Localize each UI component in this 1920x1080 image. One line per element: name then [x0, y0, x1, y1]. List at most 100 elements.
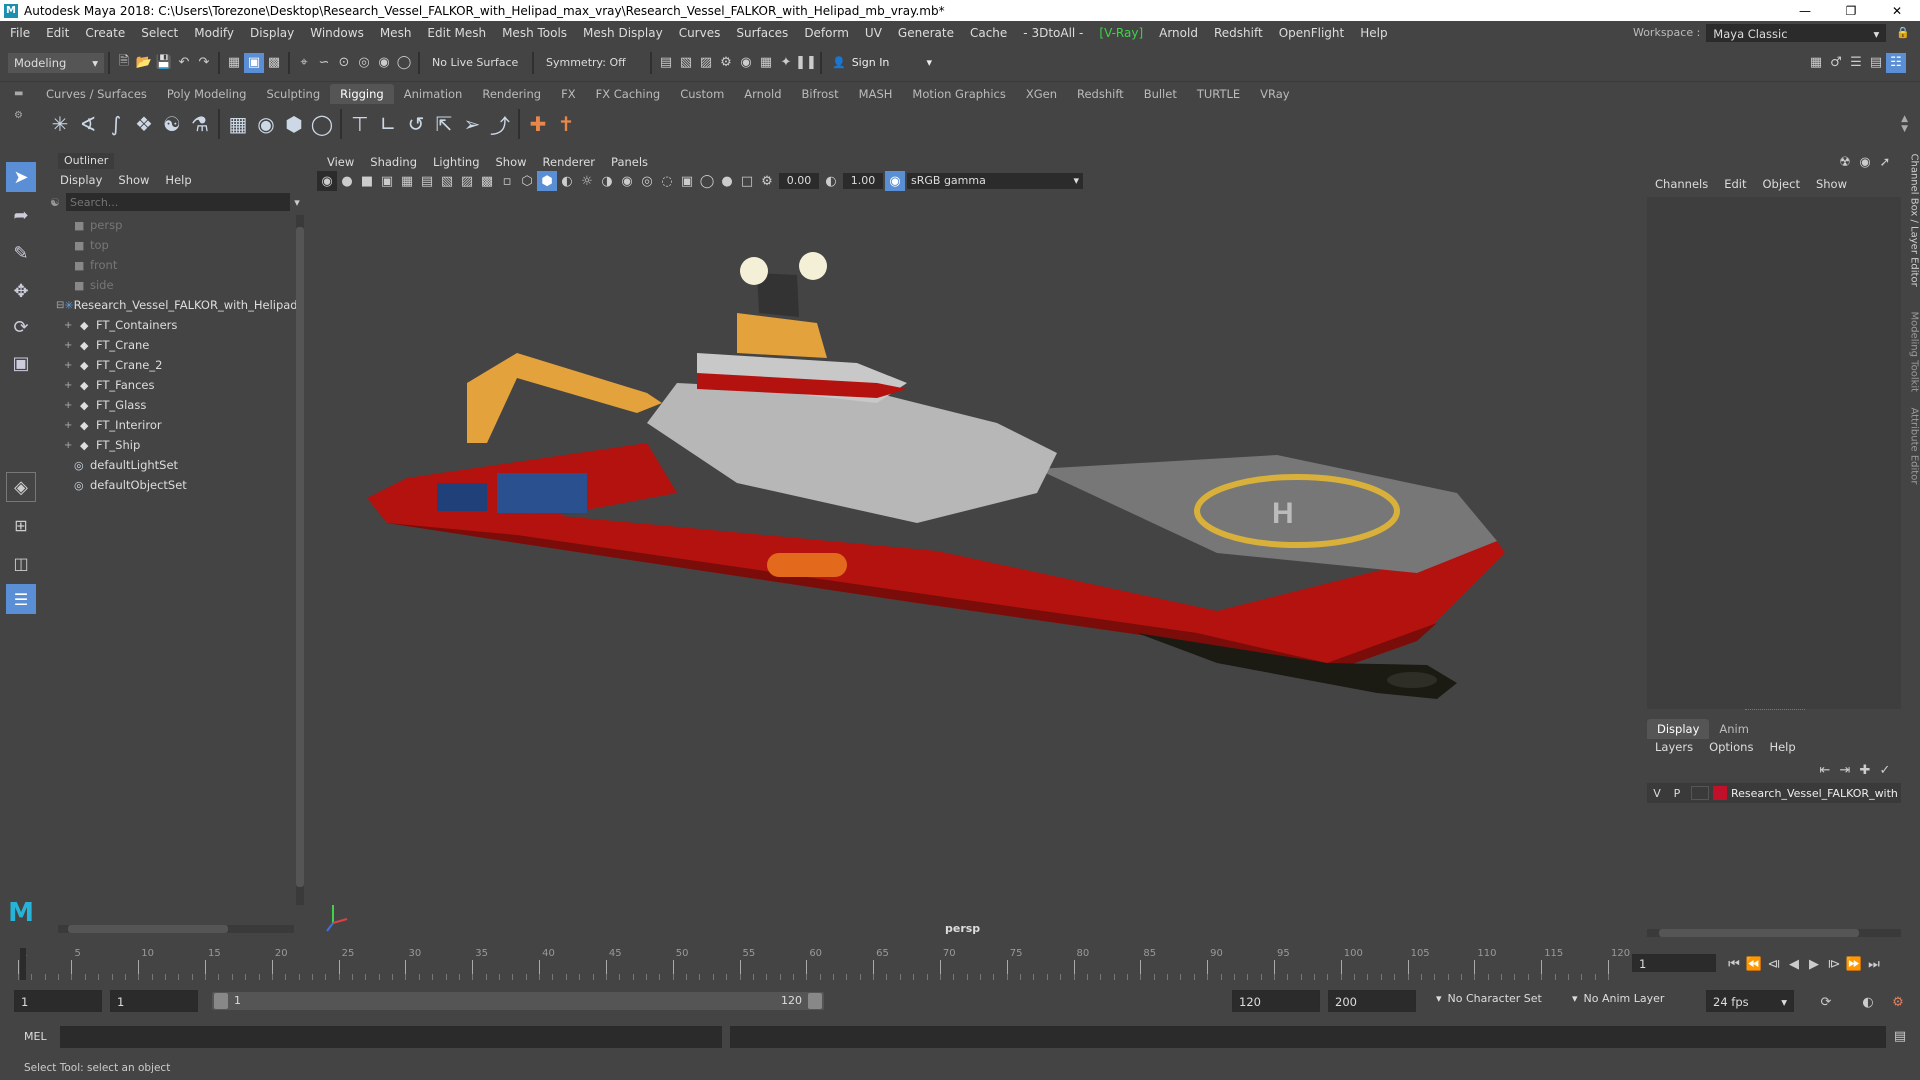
undo-icon[interactable]: ↶: [174, 53, 194, 73]
menu-mesh-display[interactable]: Mesh Display: [575, 26, 671, 40]
ik-handle-icon[interactable]: ∢: [74, 110, 102, 138]
viewport-panel[interactable]: View Shading Lighting Show Renderer Panels ◉ …: [315, 153, 1637, 943]
two-view-icon[interactable]: ◫: [6, 548, 36, 578]
menu-file[interactable]: File: [2, 26, 38, 40]
side-tab-modeling-toolkit[interactable]: Modeling Toolkit: [1909, 312, 1920, 412]
shelf-scroll[interactable]: ▲ ▼: [1901, 114, 1920, 134]
layer-menu-help[interactable]: Help: [1761, 740, 1803, 754]
channel-box-menu-show[interactable]: Show: [1808, 177, 1855, 191]
outliner-item[interactable]: + ◆ FT_Ship: [56, 435, 286, 455]
chevron-down-icon[interactable]: ▾: [290, 196, 304, 209]
bind-skin-icon[interactable]: ▦: [224, 110, 252, 138]
current-time-indicator[interactable]: [20, 948, 26, 980]
shelf-tab-fx[interactable]: FX: [551, 84, 586, 104]
shelf-tab-curves-surfaces[interactable]: Curves / Surfaces: [36, 84, 157, 104]
viewport-menu-lighting[interactable]: Lighting: [425, 155, 487, 169]
shelf-tab-rendering[interactable]: Rendering: [472, 84, 551, 104]
channel-box-toggle-icon[interactable]: ☢: [1835, 152, 1855, 172]
play-backwards-icon[interactable]: ◀: [1784, 954, 1804, 974]
channel-box-menu-channels[interactable]: Channels: [1647, 177, 1716, 191]
maximize-button[interactable]: ❐: [1828, 4, 1874, 18]
shelf-tab-fx-caching[interactable]: FX Caching: [586, 84, 671, 104]
scroll-thumb[interactable]: [1659, 929, 1859, 937]
joint-tool-icon[interactable]: ✝: [552, 110, 580, 138]
current-frame-field[interactable]: 1: [1632, 954, 1716, 972]
layer-type-toggle[interactable]: [1691, 786, 1709, 800]
viewport-menu-shading[interactable]: Shading: [362, 155, 425, 169]
outliner-item[interactable]: ■ side: [56, 275, 286, 295]
smooth-shade-icon[interactable]: ⬢: [537, 171, 557, 191]
outliner-menu-display[interactable]: Display: [52, 173, 110, 187]
symmetry-dropdown[interactable]: Symmetry: Off: [538, 56, 646, 69]
outliner-search-input[interactable]: [66, 193, 290, 211]
layer-menu-layers[interactable]: Layers: [1647, 740, 1701, 754]
end-time-field[interactable]: 200: [1328, 990, 1416, 1012]
auto-key-icon[interactable]: ◐: [1858, 992, 1878, 1012]
expand-toggle-icon[interactable]: +: [64, 440, 76, 451]
new-layer-icon[interactable]: ✚: [1855, 760, 1875, 780]
menu-surfaces[interactable]: Surfaces: [728, 26, 796, 40]
new-scene-icon[interactable]: 🗎: [114, 53, 134, 73]
outliner-item[interactable]: + ◆ FT_Interiror: [56, 415, 286, 435]
menu-edit-mesh[interactable]: Edit Mesh: [419, 26, 494, 40]
workspace-dropdown[interactable]: Maya Classic ▾: [1706, 23, 1887, 42]
shelf-tab-vray[interactable]: VRay: [1250, 84, 1299, 104]
step-forward-key-icon[interactable]: ⏩: [1844, 954, 1864, 974]
outliner-item[interactable]: ◎ defaultLightSet: [56, 455, 286, 475]
shelf-tab-custom[interactable]: Custom: [670, 84, 734, 104]
vessel-3d-view[interactable]: H: [317, 193, 1635, 939]
layer-tab-anim[interactable]: Anim: [1709, 719, 1759, 739]
close-button[interactable]: ✕: [1874, 4, 1920, 18]
panel-splitter[interactable]: [1745, 709, 1805, 713]
expand-toggle-icon[interactable]: ⊟: [56, 300, 64, 311]
shadows-icon[interactable]: ◑: [597, 171, 617, 191]
expand-toggle-icon[interactable]: +: [64, 320, 76, 331]
play-forwards-icon[interactable]: ▶: [1804, 954, 1824, 974]
exposure-icon[interactable]: ⚙: [757, 171, 777, 191]
outliner-item[interactable]: + ◆ FT_Glass: [56, 395, 286, 415]
xray-component-icon[interactable]: □: [737, 171, 757, 191]
expand-toggle-icon[interactable]: +: [64, 380, 76, 391]
resolution-gate-icon[interactable]: ▧: [437, 171, 457, 191]
camera-attr-icon[interactable]: ●: [337, 171, 357, 191]
light-editor-icon[interactable]: ✦: [776, 53, 796, 73]
outliner-item[interactable]: + ◆ FT_Fances: [56, 375, 286, 395]
menu-uv[interactable]: UV: [857, 26, 890, 40]
save-scene-icon[interactable]: 💾: [154, 53, 174, 73]
select-hierarchy-icon[interactable]: ▦: [224, 53, 244, 73]
shelf-tab-rigging[interactable]: Rigging: [330, 84, 394, 104]
attribute-editor-toggle-icon[interactable]: ◉: [1855, 152, 1875, 172]
menu-v-ray[interactable]: [V-Ray]: [1091, 26, 1151, 40]
textured-icon[interactable]: ◐: [557, 171, 577, 191]
orient-constraint-icon[interactable]: ↺: [402, 110, 430, 138]
select-camera-icon[interactable]: ◉: [317, 171, 337, 191]
start-time-field[interactable]: 1: [14, 990, 102, 1012]
range-slider-bar[interactable]: 1 120: [212, 992, 824, 1010]
layer-tab-display[interactable]: Display: [1647, 719, 1710, 739]
viewport-menu-view[interactable]: View: [319, 155, 362, 169]
select-component-icon[interactable]: ▩: [264, 53, 284, 73]
range-end-handle[interactable]: [808, 993, 822, 1009]
channel-box-area[interactable]: [1647, 197, 1901, 709]
menu-deform[interactable]: Deform: [796, 26, 857, 40]
viewport-menu-show[interactable]: Show: [488, 155, 535, 169]
menu-select[interactable]: Select: [133, 26, 186, 40]
film-gate-icon[interactable]: ▤: [417, 171, 437, 191]
gate-mask-icon[interactable]: ▨: [457, 171, 477, 191]
shelf-tab-poly-modeling[interactable]: Poly Modeling: [157, 84, 257, 104]
image-plane-icon[interactable]: ▣: [377, 171, 397, 191]
anim-layer-dropdown[interactable]: ▾ No Anim Layer: [1572, 992, 1692, 1005]
pole-vector-icon[interactable]: ⤴: [486, 110, 514, 138]
menu-arnold[interactable]: Arnold: [1151, 26, 1206, 40]
cluster-icon[interactable]: ◯: [308, 110, 336, 138]
menu-3dtoall[interactable]: - 3DtoAll -: [1015, 26, 1091, 40]
outliner-item[interactable]: ■ front: [56, 255, 286, 275]
isolate-select-icon[interactable]: ▣: [677, 171, 697, 191]
scale-constraint-icon[interactable]: ⇱: [430, 110, 458, 138]
outliner-menu-show[interactable]: Show: [110, 173, 157, 187]
layer-menu-options[interactable]: Options: [1701, 740, 1761, 754]
character-set-dropdown[interactable]: ▾ No Character Set: [1436, 992, 1576, 1005]
move-tool-icon[interactable]: ✥: [6, 276, 36, 306]
pause-icon[interactable]: ❚❚: [795, 53, 817, 73]
shelf-tab-xgen[interactable]: XGen: [1016, 84, 1067, 104]
